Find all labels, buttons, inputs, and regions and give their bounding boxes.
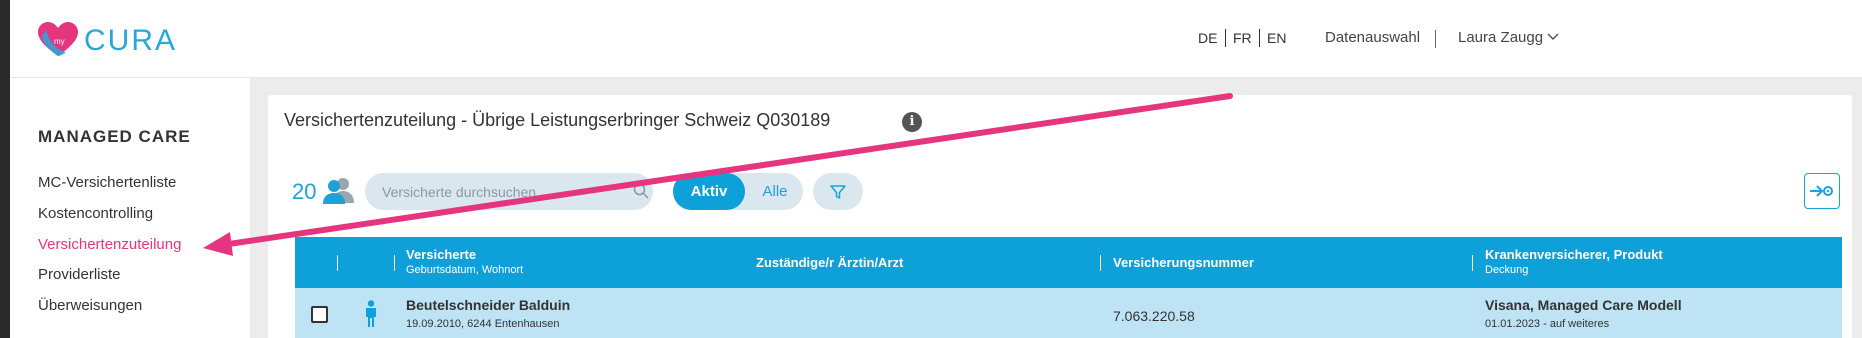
mycura-logo[interactable]: my CURA — [36, 22, 186, 62]
col-header-versicherungsnummer[interactable]: Versicherungsnummer — [1113, 255, 1254, 270]
heart-logo-icon: my — [38, 22, 78, 56]
lang-separator — [1259, 29, 1260, 47]
header-divider — [394, 255, 395, 271]
toggle-alle[interactable]: Alle — [750, 173, 800, 210]
filter-icon — [830, 185, 846, 199]
insured-birth-place: 19.09.2010, 6244 Entenhausen — [406, 318, 560, 330]
page-title: Versichertenzuteilung - Übrige Leistungs… — [284, 110, 831, 130]
sidebar-section-title: MANAGED CARE — [38, 127, 191, 146]
col-subheader-deckung: Deckung — [1485, 264, 1529, 276]
app-window: my CURA DE FR EN Datenauswahl Laura Zaug… — [10, 0, 1862, 338]
export-gear-icon — [1810, 185, 1833, 197]
sidebar-item-mc-versichertenliste[interactable]: MC-Versichertenliste — [38, 174, 176, 191]
logo-text: CURA — [84, 24, 178, 57]
table-row[interactable] — [295, 288, 1842, 338]
top-bar: my CURA DE FR EN Datenauswahl Laura Zaug… — [10, 0, 1862, 78]
toggle-aktiv[interactable]: Aktiv — [673, 173, 745, 210]
coverage: 01.01.2023 - auf weiteres — [1485, 318, 1610, 330]
search-placeholder: Versicherte durchsuchen — [382, 184, 537, 200]
header-divider — [337, 255, 338, 271]
info-icon[interactable]: i — [902, 112, 922, 132]
sidebar-item-versichertenzuteilung[interactable]: Versichertenzuteilung — [38, 236, 181, 253]
person-male-icon — [366, 300, 376, 327]
sidebar-item-providerliste[interactable]: Providerliste — [38, 266, 121, 283]
lang-de[interactable]: DE — [1198, 30, 1217, 46]
col-header-krankenversicherer[interactable]: Krankenversicherer, Produkt — [1485, 247, 1663, 262]
data-selection-link[interactable]: Datenauswahl — [1325, 29, 1420, 46]
col-header-versicherte[interactable]: Versicherte — [406, 247, 476, 262]
insurer-product: Visana, Managed Care Modell — [1485, 297, 1682, 313]
row-checkbox[interactable] — [311, 306, 328, 323]
chevron-down-icon[interactable] — [1547, 32, 1559, 42]
col-subheader-versicherte: Geburtsdatum, Wohnort — [406, 264, 524, 276]
export-button[interactable] — [1804, 173, 1840, 209]
filter-button[interactable] — [813, 173, 863, 210]
table-header — [295, 237, 1842, 288]
col-header-arzt[interactable]: Zuständige/r Ärztin/Arzt — [756, 255, 903, 270]
lang-fr[interactable]: FR — [1233, 30, 1252, 46]
lang-separator — [1225, 29, 1226, 47]
insurance-number: 7.063.220.58 — [1113, 308, 1195, 324]
result-count: 20 — [292, 179, 317, 204]
header-divider — [1472, 255, 1473, 271]
header-separator — [1435, 30, 1436, 48]
header-divider — [1100, 255, 1101, 271]
users-icon — [323, 178, 354, 204]
logo-sub: my — [54, 37, 65, 46]
sidebar-item-ueberweisungen[interactable]: Überweisungen — [38, 297, 142, 314]
insured-name[interactable]: Beutelschneider Balduin — [406, 297, 570, 313]
user-menu[interactable]: Laura Zaugg — [1458, 29, 1543, 46]
lang-en[interactable]: EN — [1267, 30, 1286, 46]
search-icon[interactable] — [633, 183, 649, 199]
sidebar-item-kostencontrolling[interactable]: Kostencontrolling — [38, 205, 153, 222]
